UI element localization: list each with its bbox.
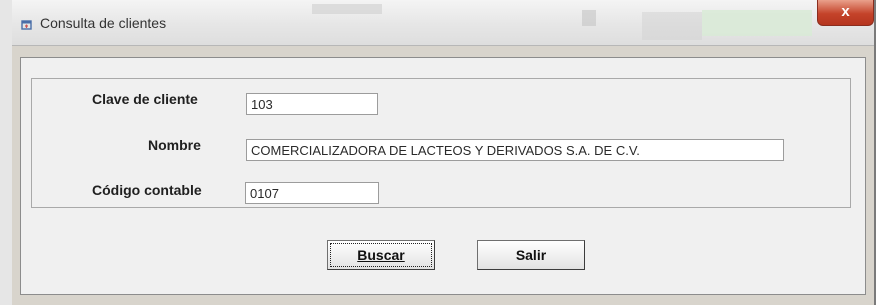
background-artifact	[312, 4, 382, 14]
title-bar[interactable]: Consulta de clientes x	[12, 0, 874, 46]
salir-button[interactable]: Salir	[477, 240, 585, 270]
background-artifact	[642, 12, 702, 40]
consulta-clientes-window: Consulta de clientes x Clave de cliente …	[12, 0, 876, 305]
codigo-label: Código contable	[92, 182, 202, 198]
codigo-contable-input[interactable]: 0107	[245, 182, 379, 204]
window-title: Consulta de clientes	[40, 15, 167, 31]
buscar-button-label: Buscar	[357, 247, 405, 263]
close-icon: x	[841, 3, 850, 20]
nombre-label: Nombre	[148, 137, 201, 153]
clave-label: Clave de cliente	[92, 91, 198, 107]
background-artifact	[582, 10, 596, 26]
nombre-input[interactable]: COMERCIALIZADORA DE LACTEOS Y DERIVADOS …	[246, 139, 784, 161]
close-button[interactable]: x	[817, 0, 874, 26]
buscar-button[interactable]: Buscar	[327, 240, 435, 270]
dialog-body: Clave de cliente 103 Nombre COMERCIALIZA…	[20, 57, 866, 295]
clave-cliente-input[interactable]: 103	[246, 93, 378, 115]
background-artifact	[702, 10, 812, 36]
salir-button-label: Salir	[515, 247, 547, 263]
client-info-group: Clave de cliente 103 Nombre COMERCIALIZA…	[31, 78, 851, 208]
window-app-icon	[21, 20, 32, 30]
